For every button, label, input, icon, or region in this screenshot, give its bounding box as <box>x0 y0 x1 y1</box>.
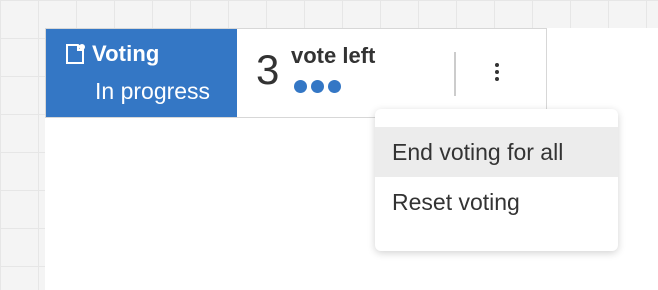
reset-voting-menu-item[interactable]: Reset voting <box>375 177 618 227</box>
voting-status-title-row: Voting <box>64 43 159 65</box>
more-vertical-icon <box>494 62 500 87</box>
toolbar-separator <box>454 52 456 96</box>
voting-toolbar: Voting In progress 3 vote left <box>45 28 547 118</box>
voting-options-menu: End voting for all Reset voting <box>375 109 618 251</box>
more-options-button[interactable] <box>490 56 504 92</box>
vote-dot <box>311 80 324 93</box>
votes-left-label: vote left <box>291 43 376 68</box>
end-voting-for-all-menu-item[interactable]: End voting for all <box>375 127 618 177</box>
vote-dot <box>328 80 341 93</box>
votes-left-panel: 3 vote left <box>237 29 546 117</box>
voting-status-panel: Voting In progress <box>46 29 237 117</box>
voting-status-title: Voting <box>92 41 160 66</box>
note-icon <box>64 43 86 65</box>
votes-left-count: 3 <box>256 46 280 93</box>
vote-dots <box>294 80 341 93</box>
voting-status-subtitle: In progress <box>95 78 211 104</box>
vote-dot <box>294 80 307 93</box>
